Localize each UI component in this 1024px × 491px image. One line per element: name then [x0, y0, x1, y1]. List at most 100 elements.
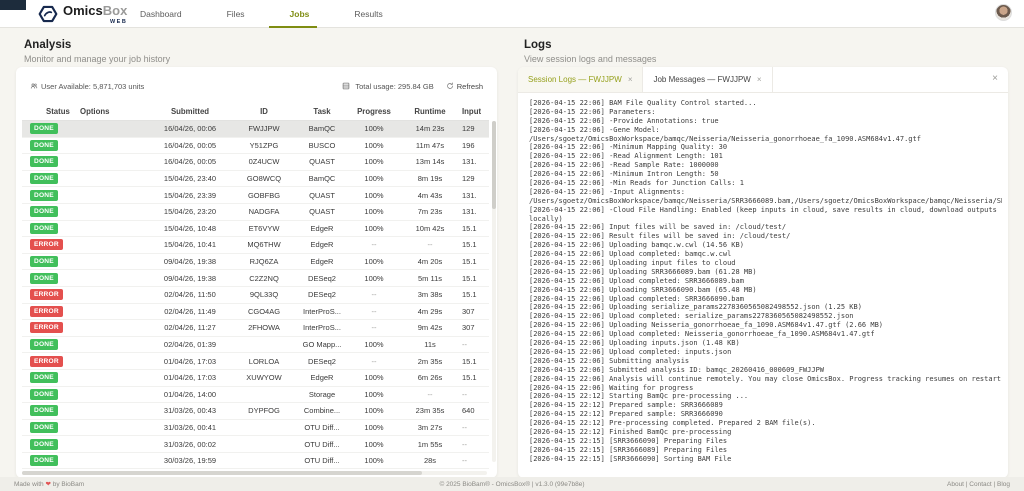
eye-icon[interactable]: [104, 357, 112, 365]
eye-icon[interactable]: [104, 224, 112, 232]
column-header-id[interactable]: ID: [234, 107, 294, 116]
folder-icon[interactable]: [116, 224, 124, 232]
nav-item-results[interactable]: Results: [339, 0, 384, 28]
file-icon[interactable]: [80, 291, 88, 299]
table-row[interactable]: DONE31/03/26, 00:43DYPFOGCombine...100%2…: [22, 403, 489, 420]
table-row[interactable]: DONE30/03/26, 19:59OTU Diff...100%28s--: [22, 453, 489, 470]
folder-icon[interactable]: [116, 158, 124, 166]
file-icon[interactable]: [80, 208, 88, 216]
file-report-icon[interactable]: [92, 374, 100, 382]
column-header-submitted[interactable]: Submitted: [146, 107, 234, 116]
table-row[interactable]: ERROR02/04/26, 11:272FHOWAInterProS...--…: [22, 320, 489, 337]
folder-icon[interactable]: [116, 274, 124, 282]
column-header-progress[interactable]: Progress: [350, 107, 398, 116]
folder-icon[interactable]: [116, 357, 124, 365]
nav-item-jobs[interactable]: Jobs: [275, 0, 312, 28]
tab-job-messages[interactable]: Job Messages — FWJJPW×: [643, 67, 772, 92]
table-row[interactable]: DONE31/03/26, 00:02OTU Diff...100%1m 55s…: [22, 436, 489, 453]
column-header-options[interactable]: Options: [80, 107, 146, 116]
file-report-icon[interactable]: [92, 125, 100, 133]
table-row[interactable]: DONE15/04/26, 23:39GOBFBGQUAST100%4m 43s…: [22, 187, 489, 204]
scrollbar-thumb[interactable]: [492, 121, 496, 209]
table-row[interactable]: DONE02/04/26, 01:39GO Mapp...100%11s--: [22, 337, 489, 354]
eye-icon[interactable]: [104, 291, 112, 299]
file-report-icon[interactable]: [92, 291, 100, 299]
table-row[interactable]: DONE16/04/26, 00:05Y51ZPGBUSCO100%11m 47…: [22, 138, 489, 155]
file-icon[interactable]: [80, 407, 88, 415]
table-horizontal-scrollbar[interactable]: [22, 471, 487, 475]
file-report-icon[interactable]: [92, 274, 100, 282]
refresh-button[interactable]: Refresh: [446, 82, 483, 91]
folder-icon[interactable]: [116, 307, 124, 315]
table-row[interactable]: DONE15/04/26, 10:48ET6VYWEdgeR100%10m 42…: [22, 221, 489, 238]
column-header-task[interactable]: Task: [294, 107, 350, 116]
folder-icon[interactable]: [116, 258, 124, 266]
eye-icon[interactable]: [104, 407, 112, 415]
folder-icon[interactable]: [116, 241, 124, 249]
column-header-input[interactable]: Input: [462, 107, 488, 116]
scrollbar-thumb[interactable]: [22, 471, 422, 475]
file-icon[interactable]: [80, 307, 88, 315]
table-row[interactable]: DONE09/04/26, 19:38RJQ6ZAEdgeR100%4m 20s…: [22, 254, 489, 271]
eye-icon[interactable]: [104, 175, 112, 183]
table-row[interactable]: DONE01/04/26, 17:03XUWYOWEdgeR100%6m 26s…: [22, 370, 489, 387]
eye-icon[interactable]: [104, 158, 112, 166]
file-report-icon[interactable]: [92, 208, 100, 216]
eye-icon[interactable]: [104, 374, 112, 382]
eye-icon[interactable]: [104, 191, 112, 199]
tab-session-logs[interactable]: Session Logs — FWJJPW×: [518, 67, 643, 92]
table-row[interactable]: DONE16/04/26, 00:06FWJJPWBamQC100%14m 23…: [22, 121, 489, 138]
file-report-icon[interactable]: [92, 191, 100, 199]
file-icon[interactable]: [80, 258, 88, 266]
folder-icon[interactable]: [116, 374, 124, 382]
column-header-runtime[interactable]: Runtime: [398, 107, 462, 116]
folder-icon[interactable]: [116, 175, 124, 183]
folder-icon[interactable]: [116, 291, 124, 299]
file-report-icon[interactable]: [92, 258, 100, 266]
nav-item-dashboard[interactable]: Dashboard: [125, 0, 184, 28]
table-row[interactable]: ERROR15/04/26, 10:41MQ6THWEdgeR----15.1: [22, 237, 489, 254]
file-icon[interactable]: [80, 175, 88, 183]
table-row[interactable]: DONE15/04/26, 23:20NADGFAQUAST100%7m 23s…: [22, 204, 489, 221]
file-report-icon[interactable]: [92, 324, 100, 332]
table-row[interactable]: DONE09/04/26, 19:38C2Z2NQDESeq2100%5m 11…: [22, 270, 489, 287]
file-icon[interactable]: [80, 357, 88, 365]
file-report-icon[interactable]: [92, 307, 100, 315]
table-row[interactable]: DONE16/04/26, 00:050Z4UCWQUAST100%13m 14…: [22, 154, 489, 171]
eye-icon[interactable]: [104, 208, 112, 216]
table-row[interactable]: ERROR01/04/26, 17:03LORLOADESeq2--2m 35s…: [22, 353, 489, 370]
user-avatar[interactable]: [995, 4, 1012, 21]
eye-icon[interactable]: [104, 258, 112, 266]
file-icon[interactable]: [80, 224, 88, 232]
file-report-icon[interactable]: [92, 158, 100, 166]
close-icon[interactable]: ×: [992, 74, 998, 84]
table-row[interactable]: DONE15/04/26, 23:40GO8WCQBamQC100%8m 19s…: [22, 171, 489, 188]
file-report-icon[interactable]: [92, 175, 100, 183]
eye-icon[interactable]: [104, 125, 112, 133]
file-icon[interactable]: [80, 125, 88, 133]
eye-icon[interactable]: [104, 274, 112, 282]
folder-icon[interactable]: [116, 125, 124, 133]
nav-item-files[interactable]: Files: [212, 0, 247, 28]
table-row[interactable]: ERROR: [22, 469, 489, 470]
folder-icon[interactable]: [116, 407, 124, 415]
eye-icon[interactable]: [104, 307, 112, 315]
file-icon[interactable]: [80, 374, 88, 382]
file-icon[interactable]: [80, 241, 88, 249]
file-report-icon[interactable]: [92, 224, 100, 232]
folder-icon[interactable]: [116, 141, 124, 149]
eye-icon[interactable]: [104, 241, 112, 249]
file-icon[interactable]: [80, 191, 88, 199]
column-header-status[interactable]: Status: [22, 107, 80, 116]
file-report-icon[interactable]: [92, 141, 100, 149]
file-icon[interactable]: [80, 141, 88, 149]
close-icon[interactable]: ×: [757, 75, 762, 84]
file-report-icon[interactable]: [92, 357, 100, 365]
close-icon[interactable]: ×: [628, 75, 633, 84]
omicsbox-logo[interactable]: OmicsBox WEB: [38, 3, 127, 26]
folder-icon[interactable]: [116, 208, 124, 216]
eye-icon[interactable]: [104, 141, 112, 149]
table-row[interactable]: DONE31/03/26, 00:41OTU Diff...100%3m 27s…: [22, 420, 489, 437]
file-icon[interactable]: [80, 274, 88, 282]
eye-icon[interactable]: [104, 324, 112, 332]
